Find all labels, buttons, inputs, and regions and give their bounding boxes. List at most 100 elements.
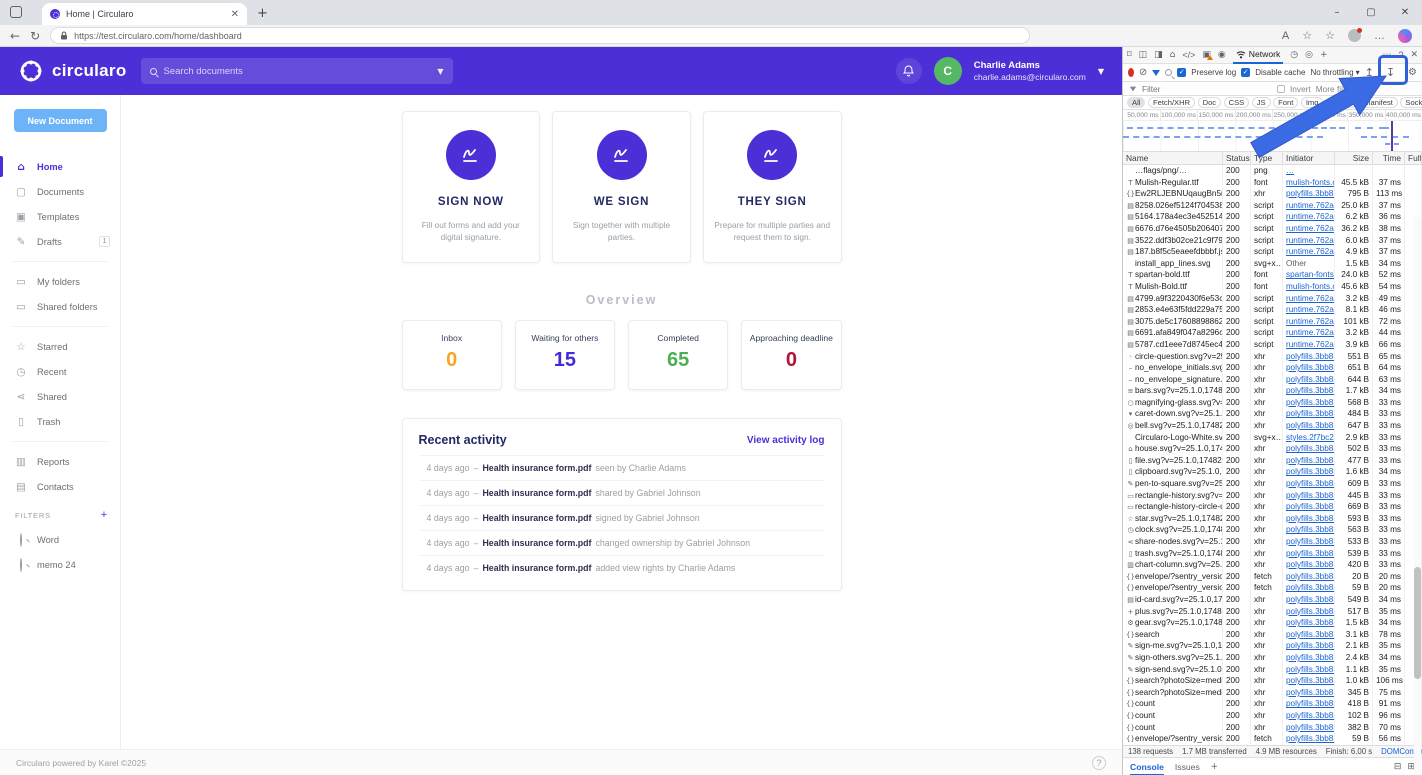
application-tab-icon[interactable]: ◎ [1305, 50, 1313, 60]
network-request-row[interactable]: +plus.svg?v=25.1.0,1748240… 200 xhr poly… [1123, 606, 1422, 618]
activity-row[interactable]: 4 days ago – Health insurance form.pdf s… [419, 455, 825, 480]
activity-row[interactable]: 4 days ago – Health insurance form.pdf a… [419, 555, 825, 580]
request-initiator[interactable]: runtime.762a71 [1286, 317, 1335, 326]
network-request-row[interactable]: ▯trash.svg?v=25.1.0,174824… 200 xhr poly… [1123, 548, 1422, 560]
activity-row[interactable]: 4 days ago – Health insurance form.pdf s… [419, 505, 825, 530]
request-initiator[interactable]: polyfills.3bb837 [1286, 572, 1335, 581]
request-initiator[interactable]: polyfills.3bb837 [1286, 560, 1335, 569]
network-request-row[interactable]: ▤2853.e4e63f5fdd229a75.js 200 script run… [1123, 304, 1422, 316]
sidebar-item[interactable]: ▣Templates [0, 204, 120, 229]
request-initiator[interactable]: runtime.762a71 [1286, 212, 1335, 221]
network-request-row[interactable]: {}count 200 xhr polyfills.3bb837 102 B 9… [1123, 710, 1422, 722]
network-request-row[interactable]: ☆star.svg?v=25.1.0,1748240… 200 xhr poly… [1123, 513, 1422, 525]
record-icon[interactable] [1128, 68, 1134, 77]
throttling-select[interactable]: No throttling ▾ [1310, 68, 1359, 77]
overview-stat-card[interactable]: Approaching deadline 0 [741, 320, 841, 390]
drawer-panel-left-icon[interactable]: ⊟ [1394, 762, 1402, 772]
browser-more-icon[interactable]: … [1374, 30, 1385, 42]
col-initiator[interactable]: Initiator [1283, 152, 1335, 164]
tab-close-icon[interactable]: ✕ [231, 9, 239, 20]
request-initiator[interactable]: polyfills.3bb837 [1286, 421, 1335, 430]
sidebar-item[interactable]: ☆Starred [0, 334, 120, 359]
network-request-row[interactable]: {}envelope/?sentry_version… 200 fetch po… [1123, 571, 1422, 583]
col-fulfilled[interactable]: Fulfille… [1405, 152, 1422, 164]
more-filters[interactable]: More filters [1316, 84, 1357, 94]
read-aloud-icon[interactable]: A [1282, 30, 1289, 42]
request-initiator[interactable]: polyfills.3bb837 [1286, 653, 1335, 662]
welcome-tab-icon[interactable]: ⌂ [1170, 50, 1176, 60]
resource-type-chip[interactable]: Socket [1400, 97, 1422, 108]
sidebar-filter-item[interactable]: Word [0, 527, 120, 552]
resource-type-chip[interactable]: Manifest [1359, 97, 1398, 108]
request-initiator[interactable]: runtime.762a71 [1286, 294, 1335, 303]
network-request-row[interactable]: –no_envelope_signature.sv… 200 xhr polyf… [1123, 374, 1422, 386]
network-request-row[interactable]: {}count 200 xhr polyfills.3bb837 418 B 9… [1123, 698, 1422, 710]
col-type[interactable]: Type [1251, 152, 1283, 164]
network-request-row[interactable]: ▤3522.ddf3b02ce21c9f79.js 200 script run… [1123, 235, 1422, 247]
network-request-row[interactable]: ▤5164.178a4ec3e4525145.js 200 script run… [1123, 211, 1422, 223]
browser-profile-avatar[interactable] [1348, 29, 1361, 42]
network-request-row[interactable]: install_app_lines.svg 200 svg+x… Other 1… [1123, 258, 1422, 270]
request-initiator[interactable]: polyfills.3bb837 [1286, 641, 1335, 650]
user-info[interactable]: Charlie Adams charlie.adams@circularo.co… [974, 60, 1086, 82]
sign-card[interactable]: THEY SIGN Prepare for multiple parties a… [703, 111, 842, 263]
request-initiator[interactable]: polyfills.3bb837 [1286, 491, 1335, 500]
sidebar-item[interactable]: ⋖Shared [0, 384, 120, 409]
sidebar-item[interactable]: ◷Recent [0, 359, 120, 384]
window-close-button[interactable]: ✕ [1388, 7, 1422, 18]
request-initiator[interactable]: polyfills.3bb837 [1286, 467, 1335, 476]
request-initiator[interactable]: runtime.762a71 [1286, 236, 1335, 245]
circularo-logo[interactable]: circularo [18, 58, 127, 84]
col-name[interactable]: Name [1123, 152, 1223, 164]
sidebar-item[interactable]: ▯Trash [0, 409, 120, 434]
search-input[interactable] [164, 66, 427, 77]
add-filter-button[interactable]: + [101, 509, 108, 521]
request-initiator[interactable]: polyfills.3bb837 [1286, 398, 1335, 407]
sidebar-item[interactable]: ▭My folders [0, 269, 120, 294]
network-request-row[interactable]: ≡bars.svg?v=25.1.0,174824… 200 xhr polyf… [1123, 385, 1422, 397]
request-initiator[interactable]: polyfills.3bb837 [1286, 688, 1335, 697]
network-request-row[interactable]: ✎sign-others.svg?v=25.1.0,1… 200 xhr pol… [1123, 652, 1422, 664]
sidebar-item[interactable]: ⌂Home [0, 154, 120, 179]
overview-stat-card[interactable]: Inbox 0 [402, 320, 502, 390]
search-scope-caret-icon[interactable]: ▼ [437, 67, 443, 76]
network-settings-icon[interactable]: ⚙ [1408, 67, 1417, 78]
sidebar-item[interactable]: ▥Reports [0, 449, 120, 474]
export-har-icon[interactable]: ↥ [1365, 66, 1374, 79]
back-icon[interactable]: ← [10, 29, 20, 43]
col-time[interactable]: Time [1373, 152, 1405, 164]
request-initiator[interactable]: runtime.762a71 [1286, 328, 1335, 337]
resource-type-chip[interactable]: CSS [1224, 97, 1250, 108]
network-request-row[interactable]: TMulish-Regular.ttf 200 font mulish-font… [1123, 177, 1422, 189]
elements-tab-icon[interactable]: </> [1182, 50, 1195, 60]
network-search-icon[interactable] [1165, 69, 1172, 76]
request-initiator[interactable]: polyfills.3bb837 [1286, 363, 1335, 372]
request-initiator[interactable]: polyfills.3bb837 [1286, 665, 1335, 674]
request-initiator[interactable]: polyfills.3bb837 [1286, 676, 1335, 685]
device-toolbar-icon[interactable]: ◫ [1139, 50, 1148, 60]
request-initiator[interactable]: polyfills.3bb837 [1286, 595, 1335, 604]
request-initiator[interactable]: polyfills.3bb837 [1286, 537, 1335, 546]
new-document-button[interactable]: New Document [14, 109, 107, 132]
view-activity-log-link[interactable]: View activity log [747, 435, 825, 446]
request-initiator[interactable]: runtime.762a71 [1286, 224, 1335, 233]
invert-checkbox[interactable] [1277, 85, 1285, 93]
network-request-row[interactable]: ▭rectangle-history-circle-us… 200 xhr po… [1123, 501, 1422, 513]
favorites-star-icon[interactable]: ☆ [1302, 29, 1312, 42]
request-initiator[interactable]: Other [1286, 259, 1306, 268]
request-initiator[interactable]: polyfills.3bb837 [1286, 723, 1335, 732]
sidebar-filter-item[interactable]: memo 24 [0, 552, 120, 577]
request-initiator[interactable]: styles.2f7bc290 [1286, 433, 1335, 442]
network-request-row[interactable]: ▤6676.d76e4505b206407c.js 200 script run… [1123, 223, 1422, 235]
dock-side-icon[interactable]: ◨ [1154, 50, 1163, 60]
col-size[interactable]: Size [1335, 152, 1373, 164]
sidebar-item[interactable]: ▤Contacts [0, 474, 120, 499]
network-request-row[interactable]: …flags/png/… 200 png … [1123, 165, 1422, 177]
resource-type-chip[interactable]: Media [1326, 97, 1357, 108]
filter-toggle-icon[interactable] [1152, 70, 1160, 76]
activity-row[interactable]: 4 days ago – Health insurance form.pdf s… [419, 480, 825, 505]
network-request-row[interactable]: ▭rectangle-history.svg?v=2… 200 xhr poly… [1123, 490, 1422, 502]
new-tab-button[interactable]: + [257, 6, 268, 21]
window-maximize-button[interactable]: ▢ [1354, 7, 1388, 18]
network-request-row[interactable]: ▤6691.afa849f047a8296c.js 200 script run… [1123, 327, 1422, 339]
